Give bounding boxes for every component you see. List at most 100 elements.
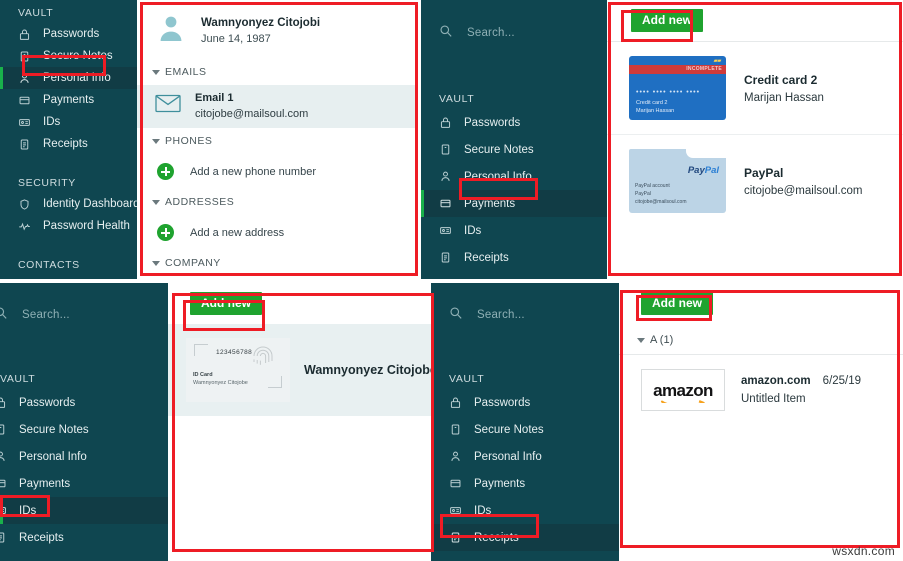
amazon-smile-icon bbox=[660, 395, 706, 404]
note-icon bbox=[439, 143, 452, 156]
chevron-down-icon bbox=[152, 138, 160, 144]
payment-item-paypal[interactable]: PayPal PayPal account PayPal citojobe@ma… bbox=[607, 135, 903, 227]
sidebar-item-passwords[interactable]: Passwords bbox=[431, 389, 619, 416]
card-thumb-line2: Marijan Hassan bbox=[636, 108, 675, 115]
id-icon bbox=[439, 224, 452, 237]
sidebar-item-payments[interactable]: Payments bbox=[0, 470, 168, 497]
sidebar-item-payments[interactable]: Payments bbox=[431, 470, 619, 497]
note-icon bbox=[0, 423, 7, 436]
sidebar-item-payments[interactable]: Payments bbox=[421, 190, 607, 217]
sidebar-item-ids[interactable]: IDs bbox=[431, 497, 619, 524]
sidebar-item-receipts[interactable]: Receipts bbox=[421, 244, 607, 271]
sidebar-item-secure-notes[interactable]: Secure Notes bbox=[0, 416, 168, 443]
shield-icon bbox=[18, 198, 31, 211]
card-thumb-line1: Credit card 2 bbox=[636, 100, 668, 107]
sidebar-item-label: Receipts bbox=[474, 531, 519, 544]
sidebar-item-label: Receipts bbox=[19, 531, 64, 544]
paypal-thumb-line2: PayPal bbox=[635, 191, 651, 198]
receipt-item[interactable]: amazon amazon.com 6/25/19 Untitled Item bbox=[619, 355, 903, 425]
sidebar-item-receipts[interactable]: Receipts bbox=[0, 133, 137, 155]
sidebar-item-sharing-center[interactable]: Sharing Center bbox=[0, 275, 137, 279]
sidebar-item-label: Secure Notes bbox=[19, 423, 89, 436]
sidebar-section-vault: VAULT bbox=[18, 7, 54, 19]
content-ids: Add new 123456788 ID Card Wamnyonyez Cit… bbox=[168, 283, 437, 561]
incomplete-badge: INCOMPLETE bbox=[686, 66, 722, 73]
lock-icon bbox=[0, 396, 7, 409]
group-header-label: PHONES bbox=[165, 135, 213, 147]
sidebar-item-password-health[interactable]: Password Health bbox=[0, 215, 137, 237]
lock-icon bbox=[439, 116, 452, 129]
sidebar-section-vault: VAULT bbox=[439, 93, 475, 105]
chevron-down-icon bbox=[152, 69, 160, 75]
paypal-thumbnail: PayPal PayPal account PayPal citojobe@ma… bbox=[629, 149, 726, 214]
group-header-company[interactable]: COMPANY bbox=[137, 250, 418, 276]
sidebar-item-label: Passwords bbox=[43, 28, 100, 40]
sidebar-item-label: Identity Dashboard bbox=[43, 198, 140, 210]
add-phone-row[interactable]: Add a new phone number bbox=[137, 154, 418, 189]
group-header-phones[interactable]: PHONES bbox=[137, 128, 418, 154]
payments-toolbar: Add new bbox=[607, 0, 903, 43]
search-placeholder: Search... bbox=[477, 309, 525, 321]
receipt-icon bbox=[439, 251, 452, 264]
sidebar-item-label: Personal Info bbox=[19, 450, 87, 463]
amazon-logo: amazon bbox=[641, 369, 725, 412]
group-header-emails[interactable]: EMAILS bbox=[137, 59, 418, 85]
person-icon bbox=[449, 450, 462, 463]
payment-item-credit-card[interactable]: ▰▰ INCOMPLETE •••• •••• •••• •••• Credit… bbox=[607, 42, 903, 136]
sidebar-item-secure-notes[interactable]: Secure Notes bbox=[421, 136, 607, 163]
search-bar[interactable]: Search... bbox=[0, 295, 168, 335]
id-card-number: 123456788 bbox=[216, 349, 253, 357]
id-item[interactable]: 123456788 ID Card Wamnyonyez Citojobe Wa… bbox=[168, 324, 437, 417]
receipt-title: Untitled Item bbox=[741, 393, 806, 406]
sidebar-item-passwords[interactable]: Passwords bbox=[421, 109, 607, 136]
sidebar-item-personal-info[interactable]: Personal Info bbox=[421, 163, 607, 190]
sidebar-personal-info: VAULT Passwords Secure Notes Personal In… bbox=[0, 0, 140, 279]
receipt-icon bbox=[18, 138, 31, 151]
group-header-addresses[interactable]: ADDRESSES bbox=[137, 189, 418, 215]
search-bar[interactable]: Search... bbox=[421, 13, 607, 53]
panel-ids: Search... VAULT Passwords Secure Notes P… bbox=[0, 283, 437, 561]
plus-icon bbox=[157, 224, 174, 241]
receipts-group-header[interactable]: A (1) bbox=[619, 324, 903, 356]
watermark: wsxdn.com bbox=[832, 544, 895, 558]
sidebar-payments: Search... VAULT Passwords Secure Notes P… bbox=[421, 0, 607, 279]
payment-item-subtitle: Marijan Hassan bbox=[744, 91, 824, 104]
sidebar-item-payments[interactable]: Payments bbox=[0, 89, 137, 111]
card-brand-logo: ▰▰ bbox=[713, 58, 722, 65]
sidebar-item-passwords[interactable]: Passwords bbox=[0, 23, 137, 45]
sidebar-item-label: Secure Notes bbox=[474, 423, 544, 436]
content-personal-info: Wamnyonyez Citojobi June 14, 1987 EMAILS… bbox=[137, 0, 418, 279]
sidebar-item-secure-notes[interactable]: Secure Notes bbox=[431, 416, 619, 443]
sidebar-item-receipts[interactable]: Receipts bbox=[0, 524, 168, 551]
sidebar-item-personal-info[interactable]: Personal Info bbox=[0, 67, 137, 89]
person-header: Wamnyonyez Citojobi June 14, 1987 bbox=[137, 0, 418, 59]
email-item[interactable]: Email 1 citojobe@mailsoul.com bbox=[137, 85, 418, 128]
add-address-row[interactable]: Add a new address bbox=[137, 215, 418, 250]
screenshot-root: VAULT Passwords Secure Notes Personal In… bbox=[0, 0, 903, 561]
add-new-button[interactable]: Add new bbox=[190, 292, 262, 316]
id-card-corner-br bbox=[268, 376, 282, 389]
sidebar-item-ids[interactable]: IDs bbox=[0, 497, 168, 524]
sidebar-item-ids[interactable]: IDs bbox=[0, 111, 137, 133]
search-bar[interactable]: Search... bbox=[431, 295, 619, 335]
sidebar-item-identity-dashboard[interactable]: Identity Dashboard bbox=[0, 193, 140, 215]
card-icon bbox=[0, 477, 7, 490]
add-new-button[interactable]: Add new bbox=[631, 9, 703, 33]
sidebar-item-ids[interactable]: IDs bbox=[421, 217, 607, 244]
id-card-thumb-line1: ID Card bbox=[193, 372, 213, 379]
group-header-label: EMAILS bbox=[165, 66, 207, 78]
add-new-button[interactable]: Add new bbox=[641, 292, 713, 316]
sidebar-item-secure-notes[interactable]: Secure Notes bbox=[0, 45, 137, 67]
receipts-toolbar: Add new bbox=[619, 283, 903, 324]
sidebar-item-personal-info[interactable]: Personal Info bbox=[0, 443, 168, 470]
email-address: citojobe@mailsoul.com bbox=[195, 108, 309, 120]
panel-payments: Search... VAULT Passwords Secure Notes P… bbox=[421, 0, 903, 279]
sidebar-section-vault: VAULT bbox=[0, 373, 36, 385]
card-icon bbox=[439, 197, 452, 210]
receipt-merchant: amazon.com bbox=[741, 375, 811, 388]
sidebar-item-personal-info[interactable]: Personal Info bbox=[431, 443, 619, 470]
sidebar-item-receipts[interactable]: Receipts bbox=[431, 524, 619, 551]
id-card-thumb-line2: Wamnyonyez Citojobe bbox=[193, 380, 248, 387]
sidebar-item-label: Payments bbox=[43, 94, 95, 106]
sidebar-item-passwords[interactable]: Passwords bbox=[0, 389, 168, 416]
